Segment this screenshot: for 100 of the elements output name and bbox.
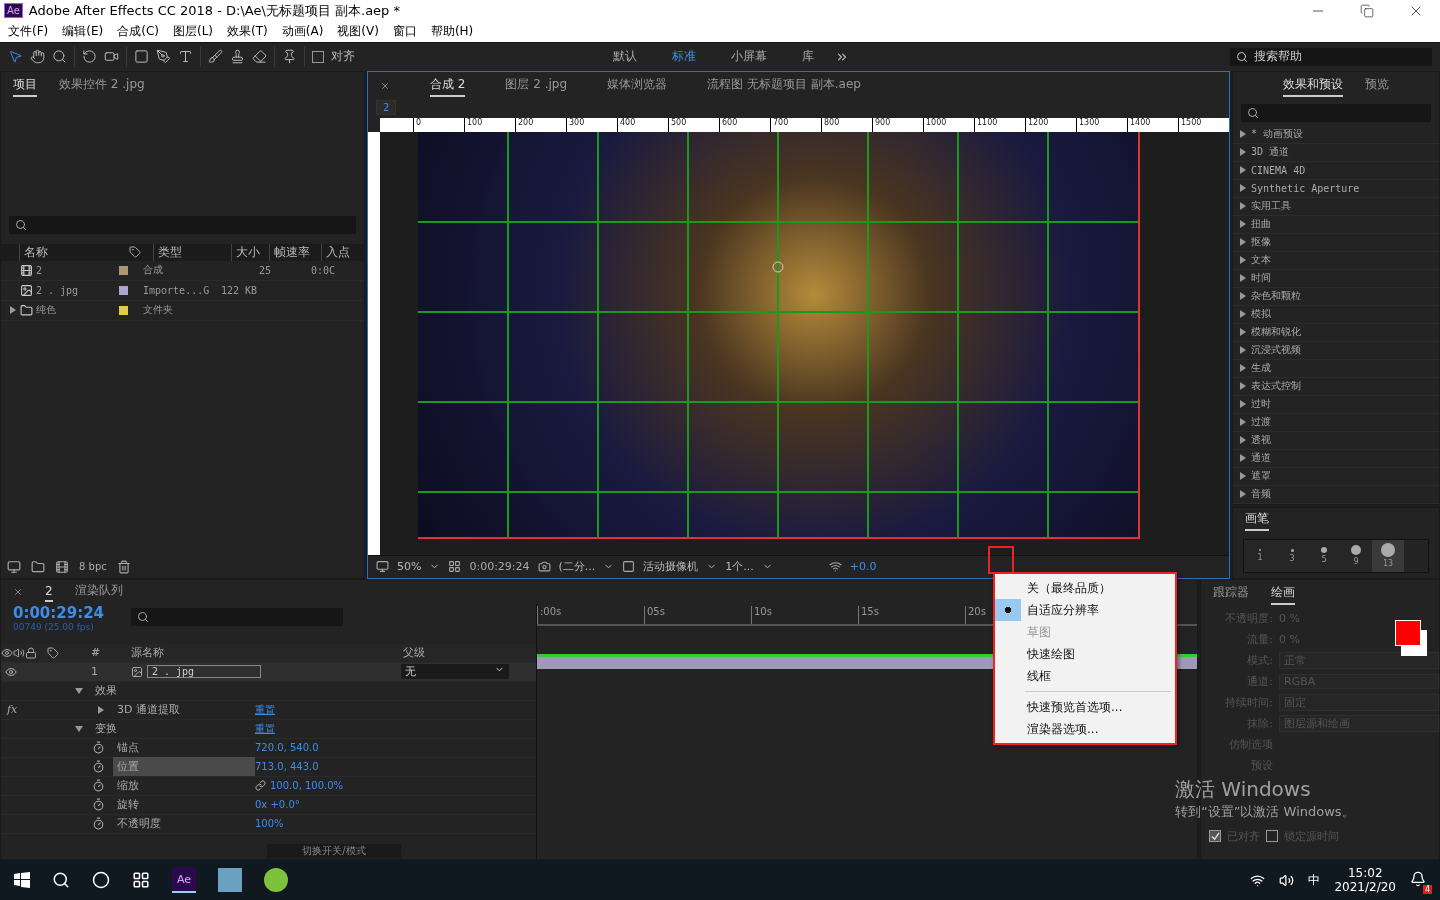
property-value[interactable]: 0x +0.0°: [255, 799, 300, 811]
effect-category[interactable]: 沉浸式视频: [1233, 341, 1439, 360]
panel-tab[interactable]: 媒体浏览器: [607, 74, 668, 98]
link-icon[interactable]: [255, 780, 266, 792]
panel-tab[interactable]: 流程图 无标题项目 副本.aep: [707, 74, 861, 98]
column-header[interactable]: 名称: [19, 243, 129, 261]
effect-category[interactable]: 透视: [1233, 431, 1439, 450]
volume-icon[interactable]: [1279, 872, 1295, 888]
effect-category[interactable]: 通道: [1233, 449, 1439, 468]
effect-category[interactable]: 模糊和锐化: [1233, 323, 1439, 342]
property-value[interactable]: 720.0, 540.0: [255, 742, 319, 754]
effect-category[interactable]: 抠像: [1233, 233, 1439, 252]
resolution-dropdown[interactable]: (二分...: [558, 559, 615, 575]
stopwatch-icon[interactable]: [92, 798, 105, 812]
brush-tool-icon[interactable]: [208, 49, 223, 65]
effect-category[interactable]: * 动画预设: [1233, 125, 1439, 144]
eraser-tool-icon[interactable]: [252, 49, 267, 65]
panel-tab[interactable]: 2: [45, 581, 53, 602]
menu-item[interactable]: 文件(F): [8, 23, 49, 41]
pen-tool-icon[interactable]: [156, 49, 171, 65]
menu-item[interactable]: 关（最终品质）: [995, 577, 1175, 599]
menu-item[interactable]: 渲染器选项...: [995, 718, 1175, 740]
workspace-tab[interactable]: 库: [788, 48, 828, 66]
parent-dropdown[interactable]: 无: [401, 664, 509, 680]
toggle-switches-button[interactable]: 切换开关/模式: [267, 844, 401, 859]
column-header[interactable]: 帧速率: [269, 243, 321, 261]
workspace-tab[interactable]: 小屏幕: [717, 48, 781, 66]
stopwatch-icon[interactable]: [92, 760, 105, 774]
panel-tab[interactable]: 效果控件 2 .jpg: [59, 74, 145, 98]
brush-tip[interactable]: 13: [1372, 539, 1404, 572]
grid-icon[interactable]: [448, 560, 462, 574]
close-icon[interactable]: [13, 586, 23, 597]
effect-category[interactable]: 生成: [1233, 359, 1439, 378]
expand-triangle-icon[interactable]: [9, 306, 17, 315]
menu-item[interactable]: 图层(L): [172, 23, 214, 41]
clock[interactable]: 15:02 2021/2/20: [1334, 866, 1396, 895]
workspace-tab[interactable]: 标准: [658, 48, 710, 66]
menu-item[interactable]: 线框: [995, 665, 1175, 687]
property-value[interactable]: 713.0, 443.0: [255, 761, 319, 773]
menu-item[interactable]: 合成(C): [117, 23, 159, 41]
eye-icon[interactable]: [5, 665, 17, 678]
panel-tab[interactable]: 渲染队列: [74, 580, 123, 604]
task-view-icon[interactable]: [132, 871, 150, 890]
effect-category[interactable]: 实用工具: [1233, 197, 1439, 216]
snapshot-icon[interactable]: [537, 560, 551, 574]
ime-indicator[interactable]: 中: [1308, 871, 1321, 889]
close-icon[interactable]: [380, 80, 390, 91]
property-value[interactable]: 100%: [255, 818, 284, 830]
hand-tool-icon[interactable]: [30, 49, 45, 65]
pin-tool-icon[interactable]: [282, 49, 297, 65]
column-header[interactable]: 大小: [231, 243, 269, 261]
search-field[interactable]: [9, 215, 356, 234]
effect-category[interactable]: 3D 通道: [1233, 143, 1439, 162]
search-field[interactable]: [1241, 103, 1431, 122]
effect-category[interactable]: 文本: [1233, 251, 1439, 270]
rotate-tool-icon[interactable]: [82, 49, 97, 65]
app-icon[interactable]: [218, 868, 242, 893]
composition-breadcrumb[interactable]: 2: [376, 99, 397, 115]
effect-category[interactable]: 模拟: [1233, 305, 1439, 324]
panel-tab[interactable]: 效果和预设: [1283, 74, 1343, 98]
panel-tab[interactable]: 合成 2: [430, 74, 466, 98]
rectangle-tool-icon[interactable]: [134, 49, 149, 65]
menu-item[interactable]: 窗口: [392, 23, 417, 41]
menu-item[interactable]: 帮助(H): [430, 23, 474, 41]
stamp-tool-icon[interactable]: [230, 49, 245, 65]
selection-tool-icon[interactable]: [8, 49, 23, 65]
snap-checkbox[interactable]: [312, 50, 324, 63]
stopwatch-icon[interactable]: [92, 741, 105, 755]
zoom-dropdown[interactable]: 50%: [397, 560, 441, 574]
app-icon[interactable]: Ae: [172, 867, 196, 894]
stopwatch-icon[interactable]: [92, 817, 105, 831]
menu-item[interactable]: 编辑(E): [62, 23, 104, 41]
effect-category[interactable]: 表达式控制: [1233, 377, 1439, 396]
search-icon[interactable]: [52, 871, 70, 890]
effect-category[interactable]: 时间: [1233, 269, 1439, 288]
workspace-tab[interactable]: 默认: [599, 48, 651, 66]
column-header[interactable]: 入点: [321, 243, 361, 261]
reset-link[interactable]: 重置: [255, 721, 275, 736]
cortana-icon[interactable]: [92, 871, 110, 890]
exposure-value[interactable]: +0.0: [849, 560, 877, 574]
app-icon[interactable]: [264, 868, 288, 893]
panel-tab[interactable]: 预览: [1365, 74, 1389, 98]
zoom-tool-icon[interactable]: [52, 49, 67, 65]
menu-item[interactable]: 快速预览首选项...: [995, 696, 1175, 718]
menu-item[interactable]: 效果(T): [227, 23, 268, 41]
network-icon[interactable]: [1250, 872, 1266, 888]
windows-logo-icon[interactable]: [14, 872, 30, 889]
effect-category[interactable]: 音频: [1233, 485, 1439, 504]
delete-icon[interactable]: [116, 559, 131, 574]
effect-category[interactable]: 扭曲: [1233, 215, 1439, 234]
stopwatch-icon[interactable]: [92, 779, 105, 793]
effect-category[interactable]: 杂色和颗粒: [1233, 287, 1439, 306]
column-header[interactable]: 类型: [153, 243, 231, 261]
views-dropdown[interactable]: 1个...: [725, 559, 773, 575]
menu-item[interactable]: 快速绘图: [995, 643, 1175, 665]
menu-item[interactable]: 动画(A): [281, 23, 324, 41]
panel-tab[interactable]: 图层 2 .jpg: [505, 74, 568, 98]
search-field[interactable]: [131, 607, 343, 626]
effect-category[interactable]: 过时: [1233, 395, 1439, 414]
effect-category[interactable]: CINEMA 4D: [1233, 161, 1439, 180]
